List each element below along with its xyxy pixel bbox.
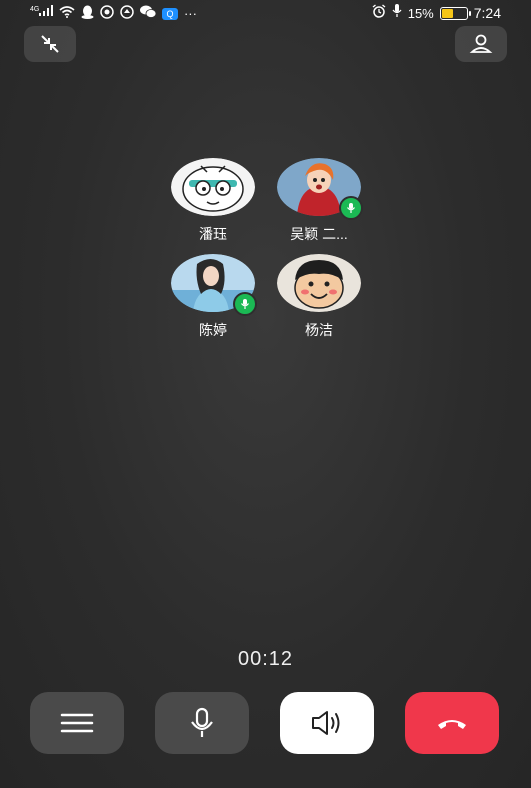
avatar-wrap (171, 158, 255, 216)
cartoon-face-avatar (277, 254, 361, 312)
participant-name: 杨洁 (305, 322, 333, 338)
alarm-icon (372, 4, 386, 22)
participant-name: 吴颖 二... (290, 226, 348, 242)
notification-icon (120, 4, 134, 23)
speaking-indicator (233, 292, 257, 316)
microphone-icon (191, 707, 213, 737)
avatar-wrap (277, 254, 361, 312)
speaker-button[interactable] (280, 692, 374, 754)
status-right-icons: 15% 7:24 (372, 4, 501, 22)
more-dots-icon: ··· (183, 5, 197, 21)
signal-icon: 4G (30, 4, 53, 23)
participant-name: 潘珏 (199, 226, 227, 242)
qq-icon: Q (161, 7, 178, 20)
battery-level (441, 8, 453, 18)
contact-button[interactable] (455, 26, 507, 62)
mic-icon (347, 203, 355, 213)
participant[interactable]: 陈婷 (160, 254, 266, 340)
minimize-arrows-icon (41, 35, 59, 53)
mute-button[interactable] (155, 692, 249, 754)
hang-up-button[interactable] (405, 692, 499, 754)
avatar-wrap (277, 158, 363, 220)
battery-icon (439, 6, 471, 20)
participant[interactable]: 吴颖 二... (266, 158, 372, 244)
qq-penguin-icon (81, 5, 94, 23)
speaking-indicator (339, 196, 363, 220)
cartoon-cat-avatar (171, 158, 255, 216)
participant-grid: 潘珏 吴颖 二... 陈婷 杨洁 (160, 158, 372, 340)
battery-percent: 15% (407, 5, 434, 21)
mic-icon (392, 4, 402, 22)
participant-name: 陈婷 (199, 322, 227, 338)
notification-icon (100, 4, 114, 23)
mic-icon (241, 299, 249, 309)
person-icon (469, 34, 493, 53)
call-controls (30, 692, 500, 756)
avatar-wrap (171, 254, 257, 316)
minimize-call-button[interactable] (24, 26, 76, 62)
participant[interactable]: 潘珏 (160, 158, 266, 244)
hang-up-phone-icon (438, 720, 466, 729)
menu-icon (60, 713, 94, 733)
status-time: 7:24 (473, 5, 501, 21)
status-bar: 4G Q ··· 15% 7:24 (0, 0, 531, 24)
network-label: 4G (30, 6, 40, 13)
speaker-icon (312, 711, 340, 735)
wifi-icon (59, 5, 75, 22)
menu-button[interactable] (30, 692, 124, 754)
status-left-icons: 4G Q ··· (30, 4, 197, 23)
call-duration: 00:12 (237, 648, 294, 670)
participant[interactable]: 杨洁 (266, 254, 372, 340)
wechat-icon (139, 5, 157, 22)
